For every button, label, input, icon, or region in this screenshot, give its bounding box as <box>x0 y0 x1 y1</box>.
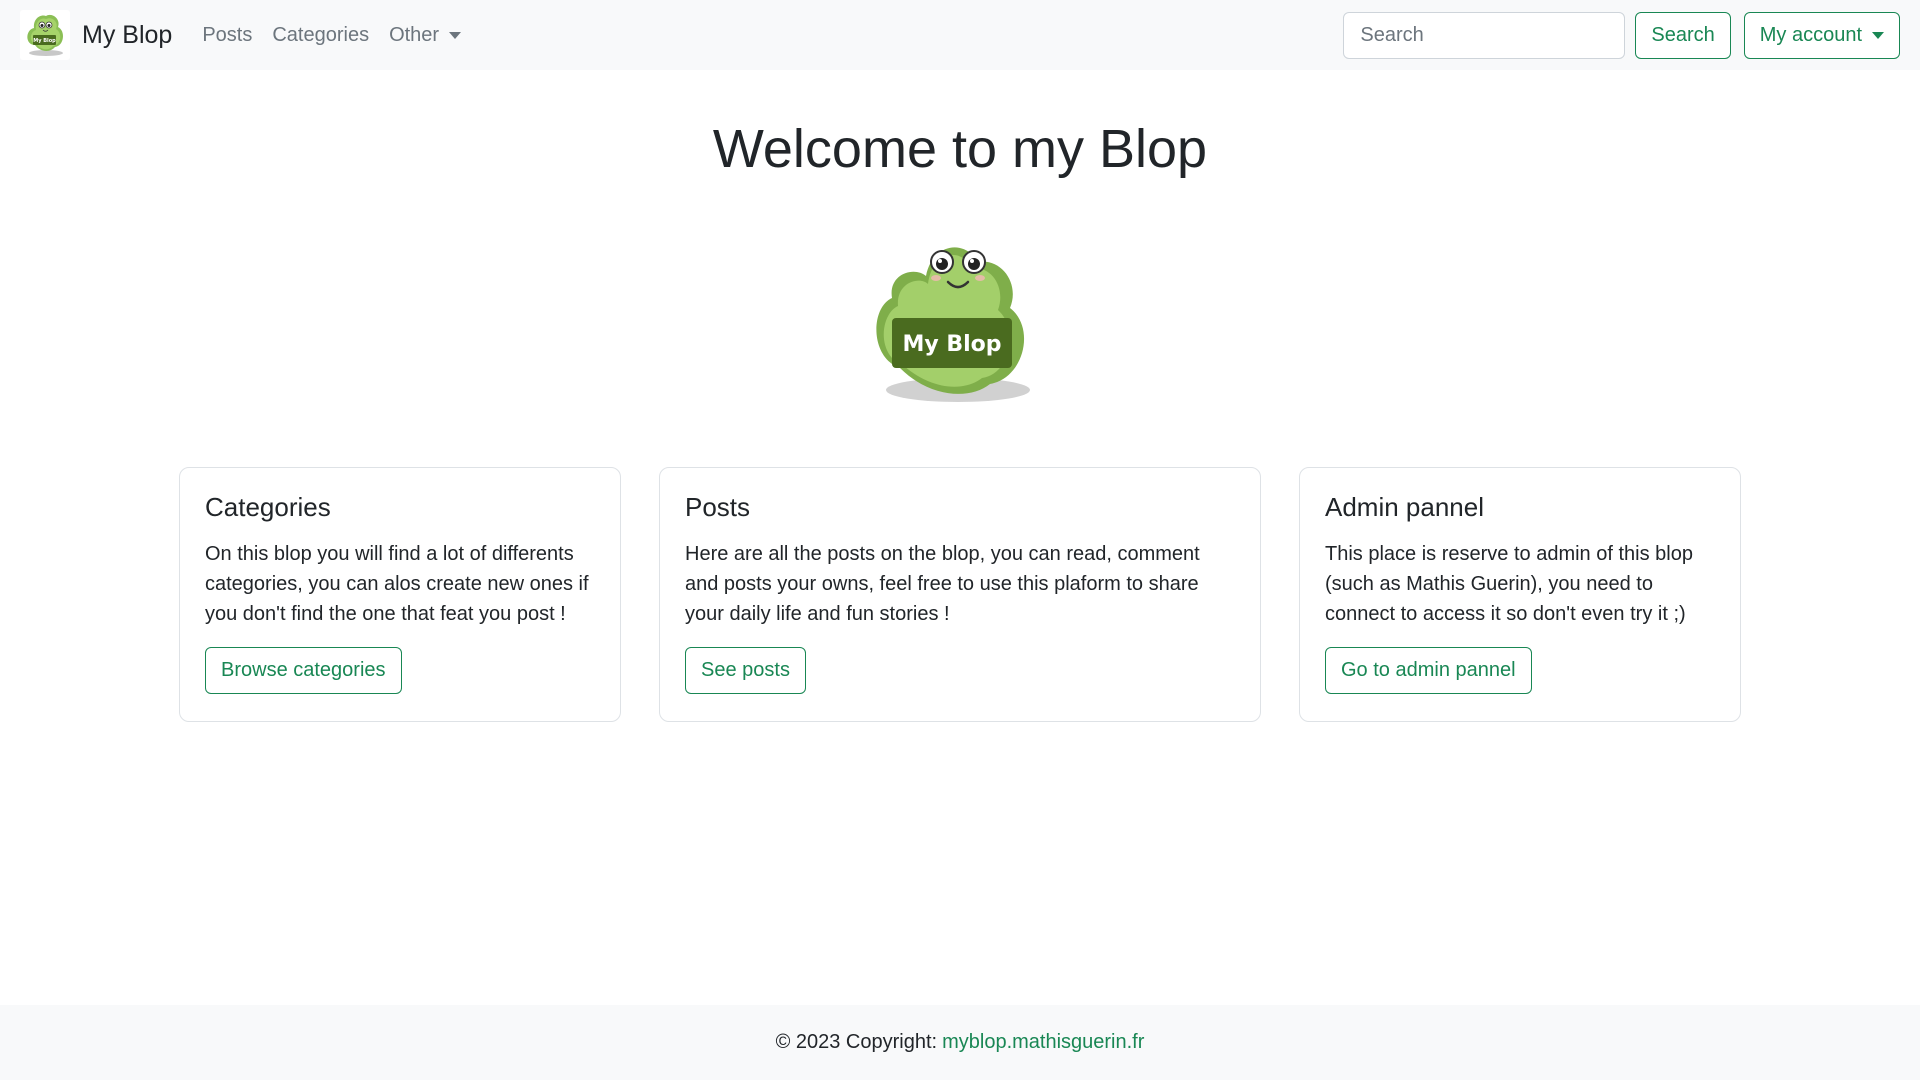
search-input[interactable] <box>1343 11 1626 59</box>
chevron-down-icon <box>449 31 462 39</box>
svg-text:My Blop: My Blop <box>902 332 1001 357</box>
card-title: Admin pannel <box>1325 492 1484 522</box>
my-account-label: My account <box>1759 23 1862 46</box>
my-account-button[interactable]: My account <box>1743 11 1900 59</box>
footer-site-link[interactable]: myblop.mathisguerin.fr <box>942 1031 1144 1054</box>
nav-link-categories[interactable]: Categories <box>272 24 369 47</box>
card-posts: Posts Here are all the posts on the blop… <box>659 467 1261 722</box>
blop-logo-icon: My Blop <box>20 10 70 60</box>
nav-links: Posts Categories Other <box>202 24 481 47</box>
nav-right: Search My account <box>1343 11 1900 59</box>
chevron-down-icon <box>1872 31 1884 39</box>
nav-dropdown-other[interactable]: Other <box>389 23 462 47</box>
card-title: Categories <box>205 492 331 522</box>
card-text: This place is reserve to admin of this b… <box>1325 543 1693 625</box>
nav-dropdown-other-label: Other <box>389 23 440 46</box>
brand-name: My Blop <box>82 20 173 49</box>
nav-link-posts[interactable]: Posts <box>202 24 252 47</box>
svg-text:My Blop: My Blop <box>33 38 56 44</box>
navbar: My Blop My Blop Posts Categories Other S… <box>0 0 1920 70</box>
blop-mascot-logo: My Blop <box>876 247 1030 402</box>
card-admin-pannel: Admin pannel This place is reserve to ad… <box>1299 467 1741 722</box>
page-title: Welcome to my Blop <box>712 119 1208 179</box>
card-text: Here are all the posts on the blop, you … <box>685 543 1200 625</box>
footer-copyright: © 2023 Copyright: <box>775 1031 938 1053</box>
card-title: Posts <box>685 492 751 522</box>
footer: © 2023 Copyright: myblop.mathisguerin.fr <box>0 1005 1920 1080</box>
brand-link[interactable]: My Blop My Blop <box>20 10 172 60</box>
card-text: On this blop you will find a lot of diff… <box>205 543 589 625</box>
see-posts-button[interactable]: See posts <box>685 647 806 694</box>
search-button[interactable]: Search <box>1635 11 1731 59</box>
browse-categories-button[interactable]: Browse categories <box>205 647 402 694</box>
card-categories: Categories On this blop you will find a … <box>179 467 621 722</box>
go-to-admin-pannel-button[interactable]: Go to admin pannel <box>1325 647 1532 694</box>
